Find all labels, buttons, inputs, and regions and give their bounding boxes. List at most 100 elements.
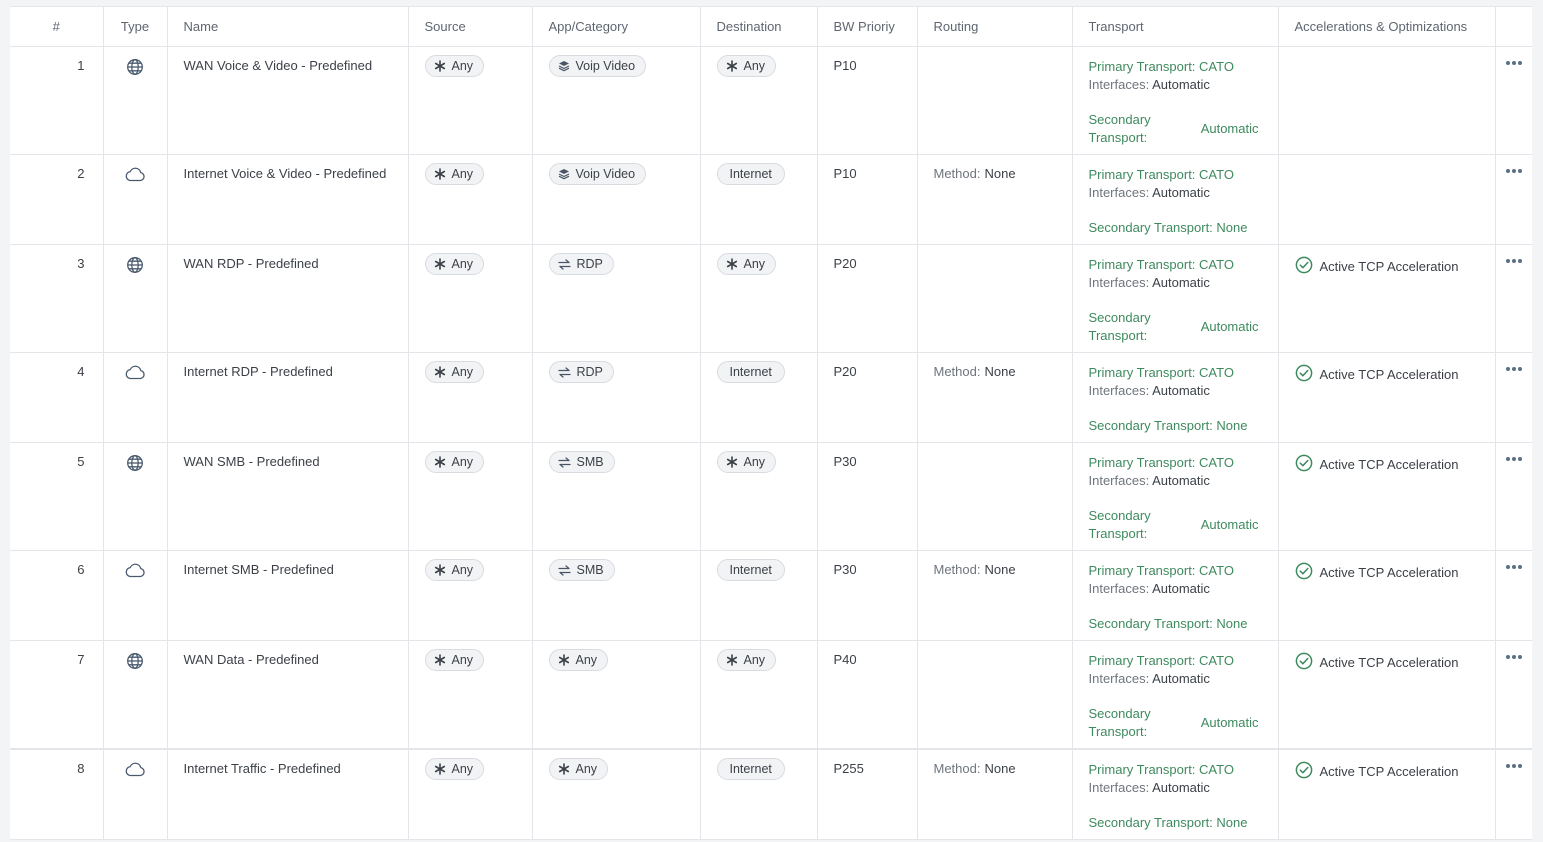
rule-name[interactable]: Internet RDP - Predefined [167,352,409,443]
table-row[interactable]: 8 Internet Traffic - Predefined Any Any Inte… [10,749,1532,840]
rule-type-cell [103,442,168,551]
rule-name[interactable]: WAN Voice & Video - Predefined [167,46,409,155]
asterisk-icon [434,763,446,775]
source-pill[interactable]: Any [424,163,485,185]
secondary-transport-value: None [1216,616,1248,631]
source-pill[interactable]: Any [424,253,485,275]
destination-pill[interactable]: Any [716,649,777,671]
destination-cell: Any [700,640,818,750]
bw-priority: P40 [817,640,918,750]
accelerations-cell [1278,154,1496,245]
destination-cell: Internet [700,352,818,443]
more-options-icon[interactable] [1505,360,1523,377]
column-header-source[interactable]: Source [408,7,533,47]
app-category-pill[interactable]: Voip Video [548,55,647,77]
app-category-pill[interactable]: RDP [548,253,614,275]
secondary-transport-line: Secondary Transport: None [1089,615,1278,633]
destination-pill[interactable]: Internet [716,163,785,185]
app-category-pill[interactable]: Voip Video [548,163,647,185]
column-header-number[interactable]: # [10,7,104,47]
source-pill[interactable]: Any [424,649,485,671]
app-category-pill[interactable]: Any [548,649,609,671]
primary-transport-value: CATO [1199,257,1234,272]
secondary-transport-value: Automatic [1200,121,1259,136]
source-pill[interactable]: Any [424,559,485,581]
more-options-icon[interactable] [1505,162,1523,179]
app-category-cell: Voip Video [532,154,701,245]
source-pill[interactable]: Any [424,451,485,473]
destination-cell: Internet [700,749,818,840]
column-header-type[interactable]: Type [103,7,168,47]
rule-name[interactable]: Internet Traffic - Predefined [167,749,409,840]
acceleration-label: Active TCP Acceleration [1319,764,1459,779]
rule-name[interactable]: Internet Voice & Video - Predefined [167,154,409,245]
destination-pill[interactable]: Internet [716,758,785,780]
cloud-icon [124,167,146,185]
rule-name[interactable]: WAN Data - Predefined [167,640,409,750]
more-options-icon[interactable] [1505,252,1523,269]
row-actions-cell [1495,442,1532,551]
column-header-accelerations[interactable]: Accelerations & Optimizations [1278,7,1496,47]
more-options-icon[interactable] [1505,648,1523,665]
transport-cell: Primary Transport: CATO Interfaces: Autom… [1072,550,1279,641]
column-header-app-category[interactable]: App/Category [532,7,701,47]
more-options-icon[interactable] [1505,450,1523,467]
destination-pill[interactable]: Any [716,253,777,275]
secondary-transport-value: Automatic [1200,517,1259,532]
destination-pill[interactable]: Any [716,451,777,473]
primary-transport-label: Primary Transport: [1088,563,1196,578]
app-category-pill[interactable]: SMB [548,451,615,473]
source-pill[interactable]: Any [424,361,485,383]
interfaces-line: Interfaces: Automatic [1089,76,1278,94]
more-options-icon[interactable] [1505,757,1523,774]
column-header-routing[interactable]: Routing [917,7,1073,47]
destination-pill[interactable]: Internet [716,559,785,581]
more-options-icon[interactable] [1505,54,1523,71]
accelerations-cell: Active TCP Acceleration [1278,640,1496,750]
row-actions-cell [1495,352,1532,443]
source-cell: Any [408,352,533,443]
destination-pill[interactable]: Internet [716,361,785,383]
app-category-pill[interactable]: Any [548,758,609,780]
rule-name[interactable]: Internet SMB - Predefined [167,550,409,641]
app-category-pill[interactable]: SMB [548,559,615,581]
secondary-transport-label: Secondary Transport: [1088,616,1213,631]
app-category-cell: Any [532,640,701,750]
app-category-pill[interactable]: RDP [548,361,614,383]
source-pill[interactable]: Any [424,758,485,780]
routing-cell [917,640,1073,750]
transport-details: Primary Transport: CATO Interfaces: Autom… [1089,58,1278,147]
asterisk-icon [434,60,446,72]
transport-cell: Primary Transport: CATO Interfaces: Autom… [1072,154,1279,245]
rules-table-container: # Type Name Source App/Category Destinat… [10,6,1532,840]
secondary-transport-value: Automatic [1200,715,1259,730]
acceleration-item: Active TCP Acceleration [1295,256,1495,277]
table-row[interactable]: 2 Internet Voice & Video - Predefined Any V… [10,154,1532,245]
row-actions-cell [1495,749,1532,840]
routing-cell: Method: None [917,154,1073,245]
rule-name[interactable]: WAN RDP - Predefined [167,244,409,353]
table-row[interactable]: 3 WAN RDP - Predefined Any RDP Any P20 Primary… [10,244,1532,353]
table-row[interactable]: 6 Internet SMB - Predefined Any SMB Internet… [10,550,1532,641]
table-row[interactable]: 1 WAN Voice & Video - Predefined Any Voip V… [10,46,1532,155]
column-header-bw-priority[interactable]: BW Prioriy [817,7,918,47]
rule-name[interactable]: WAN SMB - Predefined [167,442,409,551]
interfaces-line: Interfaces: Automatic [1089,382,1278,400]
table-row[interactable]: 4 Internet RDP - Predefined Any RDP Internet… [10,352,1532,443]
column-header-transport[interactable]: Transport [1072,7,1279,47]
column-header-name[interactable]: Name [167,7,409,47]
acceleration-item: Active TCP Acceleration [1295,761,1495,782]
primary-transport-line: Primary Transport: CATO [1089,256,1278,274]
asterisk-icon [726,60,738,72]
destination-pill-label: Any [743,653,766,667]
table-row[interactable]: 7 WAN Data - Predefined Any Any Any P40 Primar… [10,640,1532,750]
destination-pill[interactable]: Any [716,55,777,77]
secondary-transport-label: Secondary Transport: [1088,508,1151,541]
transfer-icon [557,456,571,468]
source-pill[interactable]: Any [424,55,485,77]
table-row[interactable]: 5 WAN SMB - Predefined Any SMB Any P30 Primary… [10,442,1532,551]
more-options-icon[interactable] [1505,558,1523,575]
column-header-destination[interactable]: Destination [700,7,818,47]
source-cell: Any [408,442,533,551]
row-actions-cell [1495,244,1532,353]
